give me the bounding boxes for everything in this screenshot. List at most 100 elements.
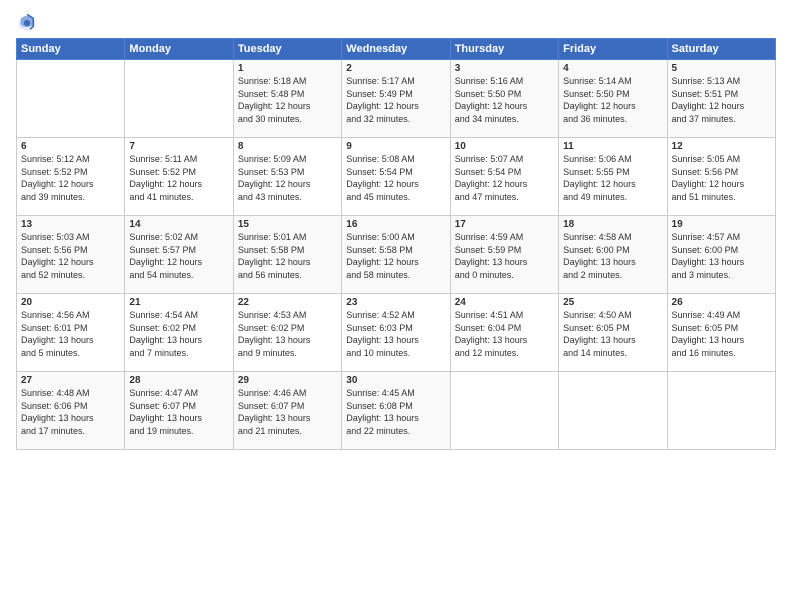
day-info: Sunrise: 4:58 AM Sunset: 6:00 PM Dayligh… <box>563 231 662 281</box>
day-number: 29 <box>238 375 337 386</box>
day-number: 17 <box>455 219 554 230</box>
day-cell: 16Sunrise: 5:00 AM Sunset: 5:58 PM Dayli… <box>342 216 450 294</box>
day-number: 4 <box>563 63 662 74</box>
day-info: Sunrise: 4:51 AM Sunset: 6:04 PM Dayligh… <box>455 309 554 359</box>
day-number: 26 <box>672 297 771 308</box>
day-cell: 30Sunrise: 4:45 AM Sunset: 6:08 PM Dayli… <box>342 372 450 450</box>
day-info: Sunrise: 5:12 AM Sunset: 5:52 PM Dayligh… <box>21 153 120 203</box>
day-info: Sunrise: 4:49 AM Sunset: 6:05 PM Dayligh… <box>672 309 771 359</box>
col-header-wednesday: Wednesday <box>342 39 450 60</box>
day-cell: 23Sunrise: 4:52 AM Sunset: 6:03 PM Dayli… <box>342 294 450 372</box>
day-info: Sunrise: 5:09 AM Sunset: 5:53 PM Dayligh… <box>238 153 337 203</box>
day-info: Sunrise: 5:06 AM Sunset: 5:55 PM Dayligh… <box>563 153 662 203</box>
day-cell: 28Sunrise: 4:47 AM Sunset: 6:07 PM Dayli… <box>125 372 233 450</box>
col-header-thursday: Thursday <box>450 39 558 60</box>
day-cell: 2Sunrise: 5:17 AM Sunset: 5:49 PM Daylig… <box>342 60 450 138</box>
day-number: 30 <box>346 375 445 386</box>
day-info: Sunrise: 4:47 AM Sunset: 6:07 PM Dayligh… <box>129 387 228 437</box>
day-info: Sunrise: 4:45 AM Sunset: 6:08 PM Dayligh… <box>346 387 445 437</box>
day-cell: 7Sunrise: 5:11 AM Sunset: 5:52 PM Daylig… <box>125 138 233 216</box>
day-cell: 27Sunrise: 4:48 AM Sunset: 6:06 PM Dayli… <box>17 372 125 450</box>
day-number: 27 <box>21 375 120 386</box>
day-cell <box>667 372 775 450</box>
day-number: 12 <box>672 141 771 152</box>
week-row-5: 27Sunrise: 4:48 AM Sunset: 6:06 PM Dayli… <box>17 372 776 450</box>
day-number: 15 <box>238 219 337 230</box>
day-number: 5 <box>672 63 771 74</box>
day-cell: 17Sunrise: 4:59 AM Sunset: 5:59 PM Dayli… <box>450 216 558 294</box>
day-number: 19 <box>672 219 771 230</box>
day-number: 14 <box>129 219 228 230</box>
day-cell: 14Sunrise: 5:02 AM Sunset: 5:57 PM Dayli… <box>125 216 233 294</box>
day-info: Sunrise: 5:02 AM Sunset: 5:57 PM Dayligh… <box>129 231 228 281</box>
day-cell: 1Sunrise: 5:18 AM Sunset: 5:48 PM Daylig… <box>233 60 341 138</box>
day-info: Sunrise: 5:03 AM Sunset: 5:56 PM Dayligh… <box>21 231 120 281</box>
header-row: SundayMondayTuesdayWednesdayThursdayFrid… <box>17 39 776 60</box>
day-number: 3 <box>455 63 554 74</box>
day-number: 22 <box>238 297 337 308</box>
day-info: Sunrise: 5:05 AM Sunset: 5:56 PM Dayligh… <box>672 153 771 203</box>
day-cell <box>450 372 558 450</box>
day-number: 1 <box>238 63 337 74</box>
day-info: Sunrise: 5:11 AM Sunset: 5:52 PM Dayligh… <box>129 153 228 203</box>
day-info: Sunrise: 4:56 AM Sunset: 6:01 PM Dayligh… <box>21 309 120 359</box>
day-number: 9 <box>346 141 445 152</box>
logo <box>16 12 42 34</box>
col-header-saturday: Saturday <box>667 39 775 60</box>
day-cell: 4Sunrise: 5:14 AM Sunset: 5:50 PM Daylig… <box>559 60 667 138</box>
week-row-2: 6Sunrise: 5:12 AM Sunset: 5:52 PM Daylig… <box>17 138 776 216</box>
day-cell: 5Sunrise: 5:13 AM Sunset: 5:51 PM Daylig… <box>667 60 775 138</box>
week-row-4: 20Sunrise: 4:56 AM Sunset: 6:01 PM Dayli… <box>17 294 776 372</box>
day-info: Sunrise: 5:08 AM Sunset: 5:54 PM Dayligh… <box>346 153 445 203</box>
day-number: 6 <box>21 141 120 152</box>
day-info: Sunrise: 5:14 AM Sunset: 5:50 PM Dayligh… <box>563 75 662 125</box>
day-number: 21 <box>129 297 228 308</box>
day-info: Sunrise: 4:53 AM Sunset: 6:02 PM Dayligh… <box>238 309 337 359</box>
col-header-sunday: Sunday <box>17 39 125 60</box>
day-cell: 24Sunrise: 4:51 AM Sunset: 6:04 PM Dayli… <box>450 294 558 372</box>
day-cell <box>559 372 667 450</box>
day-number: 24 <box>455 297 554 308</box>
logo-icon <box>16 12 38 34</box>
day-number: 16 <box>346 219 445 230</box>
day-info: Sunrise: 5:16 AM Sunset: 5:50 PM Dayligh… <box>455 75 554 125</box>
day-number: 23 <box>346 297 445 308</box>
day-info: Sunrise: 5:00 AM Sunset: 5:58 PM Dayligh… <box>346 231 445 281</box>
day-number: 7 <box>129 141 228 152</box>
page: SundayMondayTuesdayWednesdayThursdayFrid… <box>0 0 792 612</box>
day-info: Sunrise: 5:17 AM Sunset: 5:49 PM Dayligh… <box>346 75 445 125</box>
day-cell: 29Sunrise: 4:46 AM Sunset: 6:07 PM Dayli… <box>233 372 341 450</box>
day-cell: 8Sunrise: 5:09 AM Sunset: 5:53 PM Daylig… <box>233 138 341 216</box>
day-info: Sunrise: 4:50 AM Sunset: 6:05 PM Dayligh… <box>563 309 662 359</box>
day-info: Sunrise: 5:07 AM Sunset: 5:54 PM Dayligh… <box>455 153 554 203</box>
day-info: Sunrise: 5:01 AM Sunset: 5:58 PM Dayligh… <box>238 231 337 281</box>
day-cell: 6Sunrise: 5:12 AM Sunset: 5:52 PM Daylig… <box>17 138 125 216</box>
day-cell: 10Sunrise: 5:07 AM Sunset: 5:54 PM Dayli… <box>450 138 558 216</box>
day-number: 25 <box>563 297 662 308</box>
day-number: 18 <box>563 219 662 230</box>
day-info: Sunrise: 4:57 AM Sunset: 6:00 PM Dayligh… <box>672 231 771 281</box>
day-info: Sunrise: 4:46 AM Sunset: 6:07 PM Dayligh… <box>238 387 337 437</box>
day-number: 2 <box>346 63 445 74</box>
day-cell: 20Sunrise: 4:56 AM Sunset: 6:01 PM Dayli… <box>17 294 125 372</box>
header <box>16 12 776 34</box>
col-header-monday: Monday <box>125 39 233 60</box>
day-cell <box>17 60 125 138</box>
day-cell: 21Sunrise: 4:54 AM Sunset: 6:02 PM Dayli… <box>125 294 233 372</box>
day-cell: 12Sunrise: 5:05 AM Sunset: 5:56 PM Dayli… <box>667 138 775 216</box>
day-cell: 19Sunrise: 4:57 AM Sunset: 6:00 PM Dayli… <box>667 216 775 294</box>
day-number: 11 <box>563 141 662 152</box>
day-info: Sunrise: 4:48 AM Sunset: 6:06 PM Dayligh… <box>21 387 120 437</box>
day-info: Sunrise: 4:59 AM Sunset: 5:59 PM Dayligh… <box>455 231 554 281</box>
calendar-table: SundayMondayTuesdayWednesdayThursdayFrid… <box>16 38 776 450</box>
day-cell: 3Sunrise: 5:16 AM Sunset: 5:50 PM Daylig… <box>450 60 558 138</box>
day-cell <box>125 60 233 138</box>
day-info: Sunrise: 4:54 AM Sunset: 6:02 PM Dayligh… <box>129 309 228 359</box>
day-cell: 9Sunrise: 5:08 AM Sunset: 5:54 PM Daylig… <box>342 138 450 216</box>
week-row-1: 1Sunrise: 5:18 AM Sunset: 5:48 PM Daylig… <box>17 60 776 138</box>
week-row-3: 13Sunrise: 5:03 AM Sunset: 5:56 PM Dayli… <box>17 216 776 294</box>
col-header-friday: Friday <box>559 39 667 60</box>
day-cell: 18Sunrise: 4:58 AM Sunset: 6:00 PM Dayli… <box>559 216 667 294</box>
day-info: Sunrise: 4:52 AM Sunset: 6:03 PM Dayligh… <box>346 309 445 359</box>
day-cell: 26Sunrise: 4:49 AM Sunset: 6:05 PM Dayli… <box>667 294 775 372</box>
